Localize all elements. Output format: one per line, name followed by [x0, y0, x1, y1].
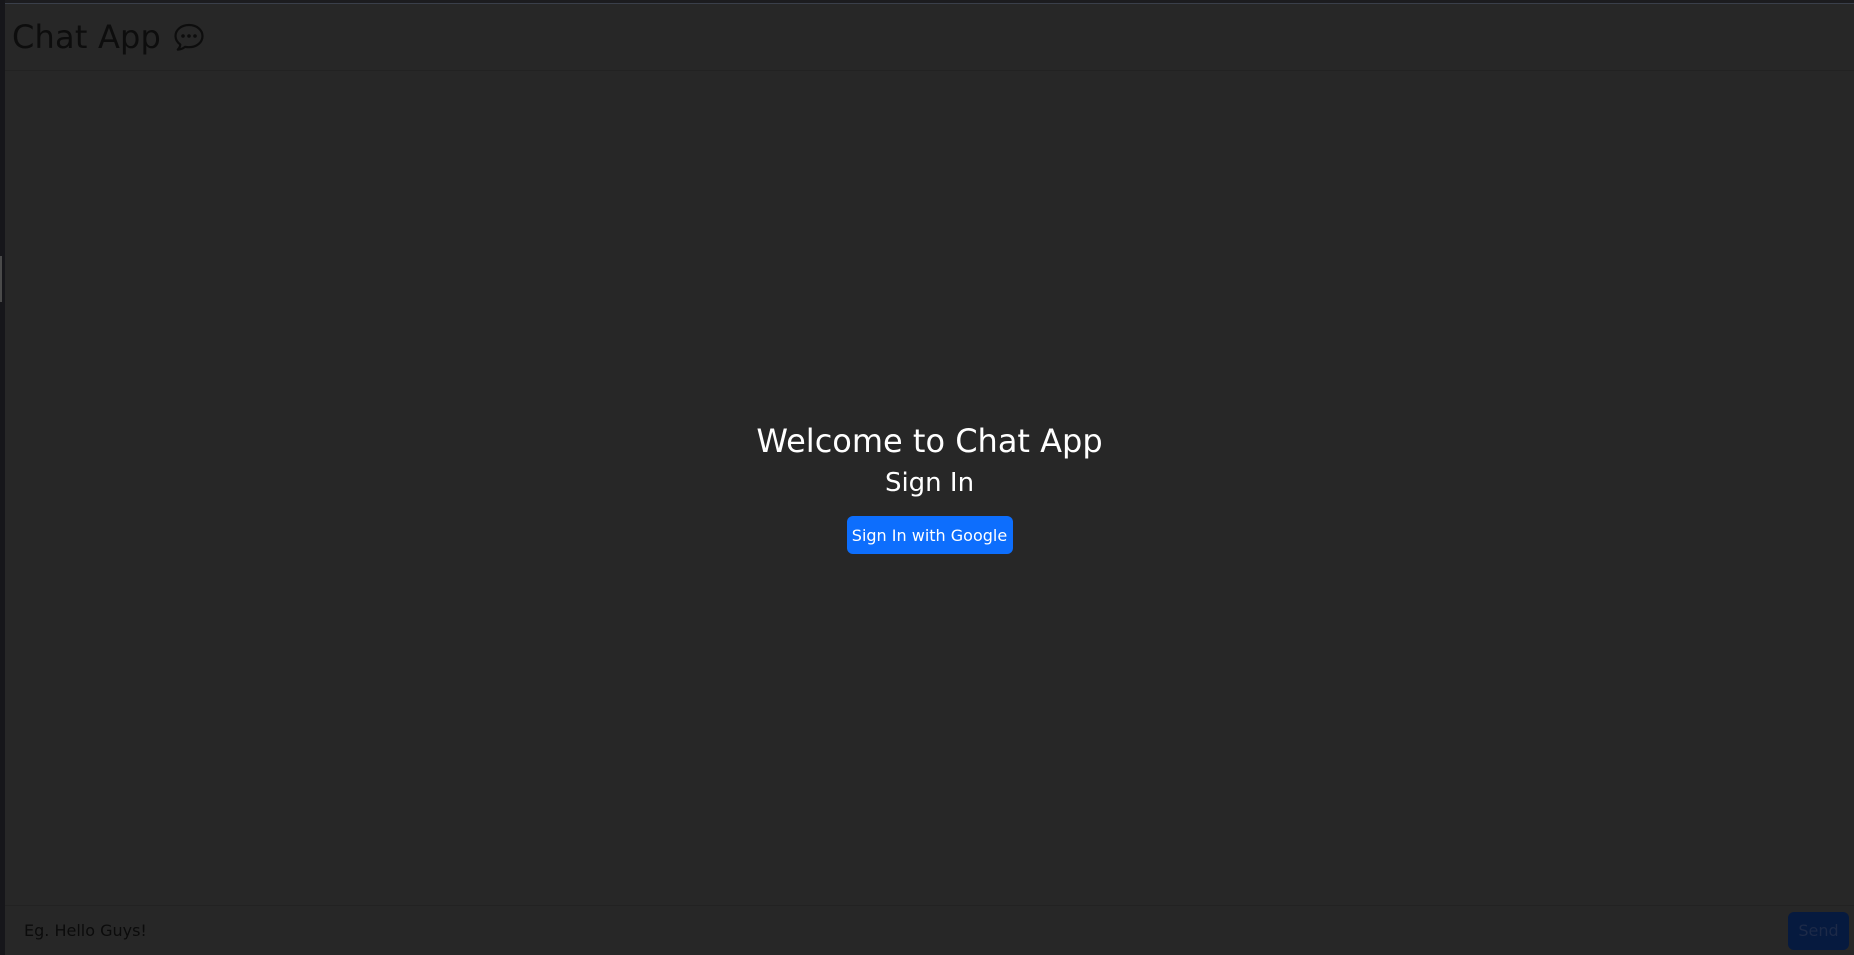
- top-navbar: Chat App: [5, 4, 1854, 71]
- google-signin-button[interactable]: Sign In with Google: [846, 516, 1013, 554]
- message-composer: Send: [5, 905, 1854, 955]
- send-button[interactable]: Send: [1788, 911, 1849, 950]
- signin-card: Welcome to Chat App Sign In Sign In with…: [756, 421, 1103, 554]
- chat-app-root: Chat App Welcome to Chat App Sign In Sig…: [5, 3, 1854, 955]
- welcome-heading: Welcome to Chat App: [756, 422, 1103, 460]
- scrollbar-handle[interactable]: [0, 256, 2, 302]
- message-input[interactable]: [24, 912, 1788, 949]
- speech-bubble-icon: [171, 20, 207, 54]
- app-title: Chat App: [12, 18, 162, 56]
- signin-heading: Sign In: [884, 468, 975, 498]
- brand-title[interactable]: Chat App: [12, 18, 207, 56]
- signin-panel: Welcome to Chat App Sign In Sign In with…: [5, 72, 1854, 906]
